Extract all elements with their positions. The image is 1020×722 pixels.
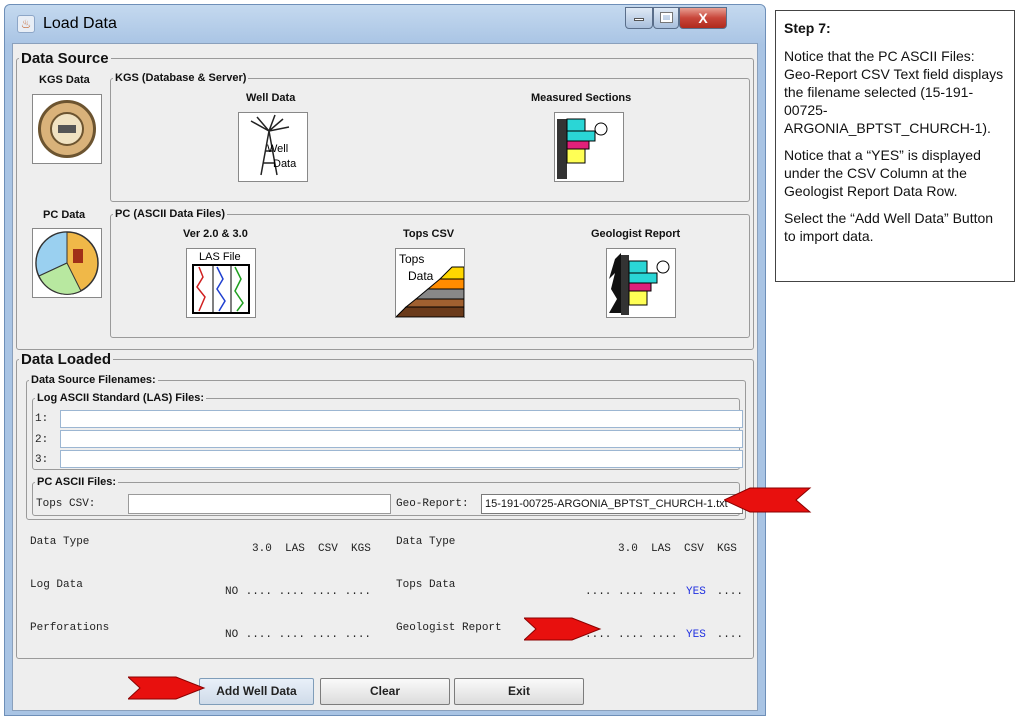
- measured-sections-button[interactable]: [554, 112, 624, 182]
- perforations-status-dots: .... .... .... ....: [239, 629, 372, 641]
- add-well-data-button[interactable]: Add Well Data: [199, 678, 314, 705]
- las-row-label-2: 2:: [35, 434, 49, 446]
- log-data-status-dots: .... .... .... ....: [239, 586, 372, 598]
- close-button[interactable]: X: [679, 7, 727, 29]
- las-files-legend: Log ASCII Standard (LAS) Files:: [37, 392, 205, 404]
- geologist-report-status-tail: ....: [710, 629, 744, 641]
- kgs-logo-button[interactable]: [32, 94, 102, 164]
- window-title: Load Data: [43, 15, 117, 32]
- las-file-field-3[interactable]: [60, 450, 743, 468]
- las-file-field-2[interactable]: [60, 430, 743, 448]
- note-paragraph-1: Notice that the PC ASCII Files: Geo-Repo…: [784, 48, 1004, 136]
- well-data-label: Well Data: [246, 92, 296, 104]
- geologist-report-label: Geologist Report: [591, 228, 681, 240]
- las-file-button[interactable]: LAS File: [186, 248, 256, 318]
- well-data-button[interactable]: Well Data: [238, 112, 308, 182]
- right-column-headers: 3.0 LAS CSV KGS: [618, 543, 737, 555]
- note-paragraph-2: Notice that a “YES” is displayed under t…: [784, 147, 981, 199]
- tops-data-csv-yes: YES: [686, 586, 706, 598]
- tops-csv-field[interactable]: [128, 494, 391, 514]
- minimize-button[interactable]: [625, 7, 653, 29]
- data-loaded-legend: Data Loaded: [21, 351, 112, 368]
- note-paragraph-3: Select the “Add Well Data” Button to imp…: [784, 210, 994, 244]
- pc-ascii-legend: PC ASCII Files:: [37, 476, 117, 488]
- geo-report-arrow-icon: [724, 487, 812, 513]
- kgs-group: KGS (Database & Server): [110, 72, 750, 202]
- log-data-label: Log Data: [30, 579, 83, 591]
- las-file-field-1[interactable]: [60, 410, 743, 428]
- pc-data-pie-icon: [35, 231, 99, 295]
- data-source-legend: Data Source: [21, 50, 109, 67]
- add-well-data-arrow-icon: [128, 676, 206, 700]
- tops-data-status-tail: ....: [710, 586, 744, 598]
- geologist-report-csv-yes: YES: [686, 629, 706, 641]
- tops-layers-icon: [396, 266, 464, 317]
- clear-button[interactable]: Clear: [320, 678, 450, 705]
- close-icon: X: [698, 10, 708, 26]
- pc-group-legend: PC (ASCII Data Files): [115, 208, 226, 220]
- geologist-report-arrow-icon: [524, 617, 602, 641]
- left-data-type-header: Data Type: [30, 536, 90, 548]
- pc-data-label: PC Data: [43, 209, 86, 221]
- kgs-group-legend: KGS (Database & Server): [115, 72, 247, 84]
- title-bar: ♨ Load Data X: [5, 5, 765, 43]
- left-column-headers: 3.0 LAS CSV KGS: [252, 543, 371, 555]
- geologist-report-row-label: Geologist Report: [396, 622, 502, 634]
- measured-sections-label: Measured Sections: [531, 92, 632, 104]
- geologist-report-button[interactable]: [606, 248, 676, 318]
- tops-csv-label: Tops CSV: [403, 228, 455, 240]
- filenames-legend: Data Source Filenames:: [31, 374, 156, 386]
- client-area: Data Source KGS Data KGS (Database & Ser…: [12, 43, 758, 711]
- log-data-status-no: NO: [225, 586, 239, 598]
- tops-data-status-dots: .... .... ....: [585, 586, 685, 598]
- maximize-icon: [659, 12, 673, 23]
- perforations-label: Perforations: [30, 622, 110, 634]
- well-icon-text-2: Data: [273, 158, 297, 170]
- las-row-label-1: 1:: [35, 413, 49, 425]
- instruction-note: Step 7: Notice that the PC ASCII Files: …: [775, 10, 1015, 282]
- strat-column-icon: [557, 118, 608, 179]
- kgs-seal-icon: [38, 100, 96, 158]
- note-step-title: Step 7:: [784, 20, 831, 36]
- minimize-icon: [634, 18, 644, 21]
- las-log-icon: [192, 264, 250, 314]
- las-row-label-3: 3:: [35, 454, 49, 466]
- geo-report-field[interactable]: 15-191-00725-ARGONIA_BPTST_CHURCH-1.txt: [481, 494, 743, 514]
- geologist-column-icon: [609, 253, 670, 315]
- java-app-icon: ♨: [17, 15, 35, 33]
- pc-data-logo-button[interactable]: [32, 228, 102, 298]
- perforations-status-no: NO: [225, 629, 239, 641]
- kgs-data-label: KGS Data: [39, 74, 90, 86]
- ver-label: Ver 2.0 & 3.0: [183, 228, 248, 240]
- right-data-type-header: Data Type: [396, 536, 456, 548]
- tops-csv-field-label: Tops CSV:: [36, 498, 96, 510]
- exit-button[interactable]: Exit: [454, 678, 584, 705]
- tops-data-label: Tops Data: [396, 579, 456, 591]
- maximize-button[interactable]: [653, 7, 679, 29]
- load-data-window: ♨ Load Data X Data Source KGS Data KGS (…: [4, 4, 766, 716]
- tops-csv-button[interactable]: Tops Data: [395, 248, 465, 318]
- well-icon-text-1: Well: [267, 143, 289, 155]
- geo-report-field-label: Geo-Report:: [396, 498, 469, 510]
